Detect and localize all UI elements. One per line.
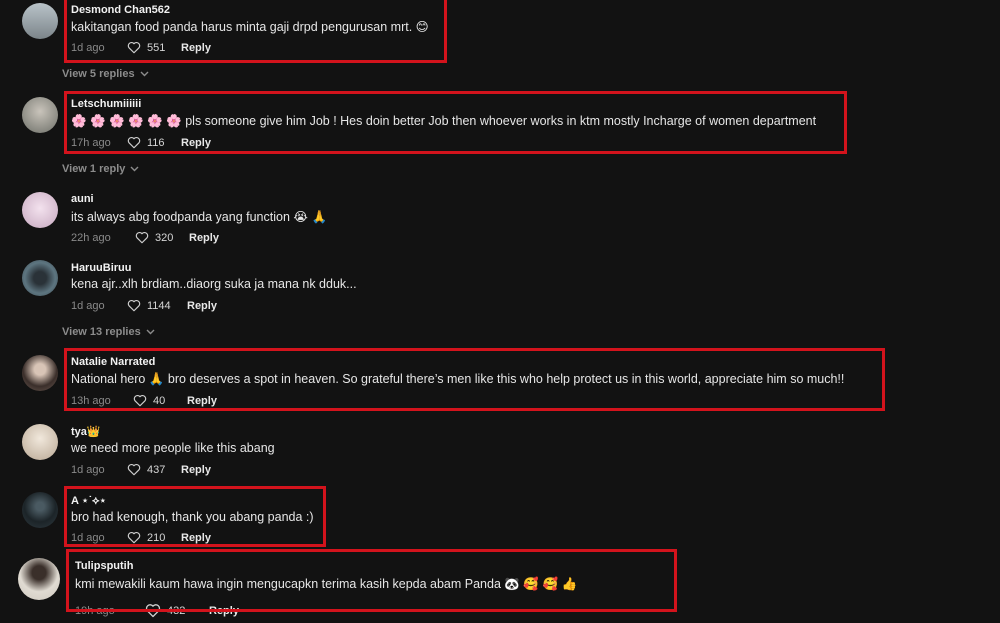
comment-time: 1d ago xyxy=(71,41,105,54)
like-button[interactable]: 116 xyxy=(127,136,181,149)
comment-text: 🌸 🌸 🌸 🌸 🌸 🌸 pls someone give him Job ! H… xyxy=(71,114,817,128)
comment-author[interactable]: Letschumiiiiii xyxy=(71,98,141,110)
comment-time: 17h ago xyxy=(71,136,111,149)
comment-time: 1d ago xyxy=(71,463,105,476)
like-count: 551 xyxy=(147,41,166,54)
comment-text: its always abg foodpanda yang function 😭… xyxy=(71,210,328,224)
comment-time: 13h ago xyxy=(71,394,111,407)
comment-text: National hero 🙏 bro deserves a spot in h… xyxy=(71,372,845,386)
heart-icon xyxy=(127,531,141,544)
view-replies-label: View 5 replies xyxy=(62,68,135,80)
reply-button[interactable]: Reply xyxy=(189,232,219,244)
heart-icon xyxy=(127,463,141,476)
view-replies-button[interactable]: View 13 replies xyxy=(62,326,155,338)
comment-text: kena ajr..xlh brdiam..diaorg suka ja man… xyxy=(71,277,357,291)
reply-button[interactable]: Reply xyxy=(181,137,211,149)
comment-author[interactable]: Desmond Chan562 xyxy=(71,4,170,16)
heart-icon xyxy=(135,231,149,244)
chevron-down-icon xyxy=(130,166,139,172)
comment-author[interactable]: auni xyxy=(71,193,94,205)
like-count: 432 xyxy=(167,604,186,617)
comment-author[interactable]: A ⋆˙⟡⋆ xyxy=(71,494,106,508)
avatar[interactable] xyxy=(22,424,58,460)
comment-time: 22h ago xyxy=(71,231,111,244)
avatar[interactable] xyxy=(18,558,60,600)
view-replies-label: View 13 replies xyxy=(62,326,141,338)
avatar[interactable] xyxy=(22,355,58,391)
chevron-down-icon xyxy=(140,71,149,77)
avatar[interactable] xyxy=(22,97,58,133)
avatar[interactable] xyxy=(22,260,58,296)
like-button[interactable]: 432 xyxy=(145,603,199,618)
comment-author[interactable]: HaruuBiruu xyxy=(71,262,132,274)
like-count: 210 xyxy=(147,531,166,544)
like-button[interactable]: 1144 xyxy=(127,299,187,312)
like-count: 40 xyxy=(153,394,166,407)
heart-icon xyxy=(127,299,141,312)
heart-icon xyxy=(127,41,141,54)
comment-author[interactable]: Natalie Narrated xyxy=(71,356,155,368)
heart-icon xyxy=(145,604,161,618)
view-replies-label: View 1 reply xyxy=(62,163,126,175)
reply-button[interactable]: Reply xyxy=(181,42,211,54)
like-button[interactable]: 40 xyxy=(133,394,187,407)
like-count: 320 xyxy=(155,231,174,244)
reply-button[interactable]: Reply xyxy=(181,464,211,476)
comment-text: we need more people like this abang xyxy=(71,441,275,455)
comment-text: kakitangan food panda harus minta gaji d… xyxy=(71,20,429,34)
reply-button[interactable]: Reply xyxy=(209,605,239,617)
comment-text: bro had kenough, thank you abang panda :… xyxy=(71,510,314,524)
like-button[interactable]: 320 xyxy=(135,231,189,244)
like-count: 1144 xyxy=(147,299,171,312)
comment-text: kmi mewakili kaum hawa ingin mengucapkn … xyxy=(75,577,578,591)
like-count: 116 xyxy=(147,136,165,149)
like-count: 437 xyxy=(147,463,166,476)
comment-author[interactable]: Tulipsputih xyxy=(75,560,133,572)
heart-icon xyxy=(127,136,141,149)
comment-time: 19h ago xyxy=(75,604,115,617)
avatar[interactable] xyxy=(22,492,58,528)
heart-icon xyxy=(133,394,147,407)
view-replies-button[interactable]: View 1 reply xyxy=(62,163,139,175)
reply-button[interactable]: Reply xyxy=(187,395,217,407)
reply-button[interactable]: Reply xyxy=(181,532,211,544)
like-button[interactable]: 551 xyxy=(127,41,181,54)
avatar[interactable] xyxy=(22,192,58,228)
view-replies-button[interactable]: View 5 replies xyxy=(62,68,149,80)
like-button[interactable]: 210 xyxy=(127,531,181,544)
comment-time: 1d ago xyxy=(71,299,105,312)
comment-author[interactable]: tya👑 xyxy=(71,425,101,438)
reply-button[interactable]: Reply xyxy=(187,300,217,312)
like-button[interactable]: 437 xyxy=(127,463,181,476)
comment-time: 1d ago xyxy=(71,531,105,544)
chevron-down-icon xyxy=(146,329,155,335)
avatar[interactable] xyxy=(22,3,58,39)
